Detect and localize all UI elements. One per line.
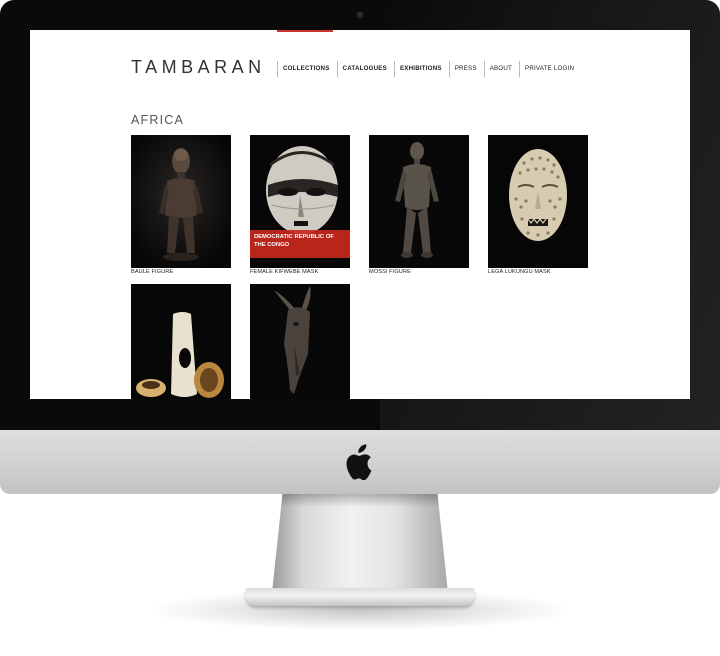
- mossi-figure-image[interactable]: [369, 135, 469, 268]
- nav-collections[interactable]: COLLECTIONS: [277, 61, 337, 77]
- antelope-headdress-image[interactable]: [250, 284, 350, 399]
- baule-figure-image[interactable]: [131, 135, 231, 268]
- stand-base: [246, 588, 474, 606]
- item-region-overlay[interactable]: DEMOCRATIC REPUBLIC OF THE CONGO: [250, 230, 350, 258]
- collection-item[interactable]: BAULE FIGURE: [131, 135, 231, 275]
- nav-about[interactable]: ABOUT: [483, 61, 519, 77]
- item-caption[interactable]: BAULE FIGURE: [131, 269, 231, 275]
- collection-item[interactable]: [131, 284, 231, 399]
- collection-item[interactable]: DEMOCRATIC REPUBLIC OF THE CONGO FEMALE …: [250, 135, 350, 275]
- item-caption[interactable]: FEMALE KIFWEBE MASK: [250, 269, 350, 275]
- nav-private-login[interactable]: PRIVATE LOGIN: [519, 61, 581, 77]
- active-nav-indicator: [277, 30, 333, 32]
- nav-exhibitions[interactable]: EXHIBITIONS: [393, 61, 449, 77]
- collection-item[interactable]: LEGA LUKUNGU MASK: [488, 135, 588, 275]
- nav-catalogues[interactable]: CATALOGUES: [336, 61, 394, 77]
- kifwebe-mask-image[interactable]: DEMOCRATIC REPUBLIC OF THE CONGO: [250, 135, 350, 268]
- ivory-objects-image[interactable]: [131, 284, 231, 399]
- apple-logo-icon: [345, 442, 377, 480]
- item-caption[interactable]: LEGA LUKUNGU MASK: [488, 269, 588, 275]
- nav-press[interactable]: PRESS: [448, 61, 484, 77]
- main-nav: COLLECTIONS CATALOGUES EXHIBITIONS PRESS…: [277, 61, 581, 77]
- camera-icon: [357, 12, 363, 18]
- collection-item[interactable]: [250, 284, 350, 399]
- monitor-stand: [272, 493, 448, 593]
- collection-item[interactable]: MOSSI FIGURE: [369, 135, 469, 275]
- site-logo[interactable]: TAMBARAN: [131, 57, 266, 78]
- item-caption[interactable]: MOSSI FIGURE: [369, 269, 469, 275]
- screen: TAMBARAN COLLECTIONS CATALOGUES EXHIBITI…: [30, 30, 690, 399]
- lega-mask-image[interactable]: [488, 135, 588, 268]
- section-title: AFRICA: [131, 113, 185, 127]
- stand-shade: [280, 493, 440, 507]
